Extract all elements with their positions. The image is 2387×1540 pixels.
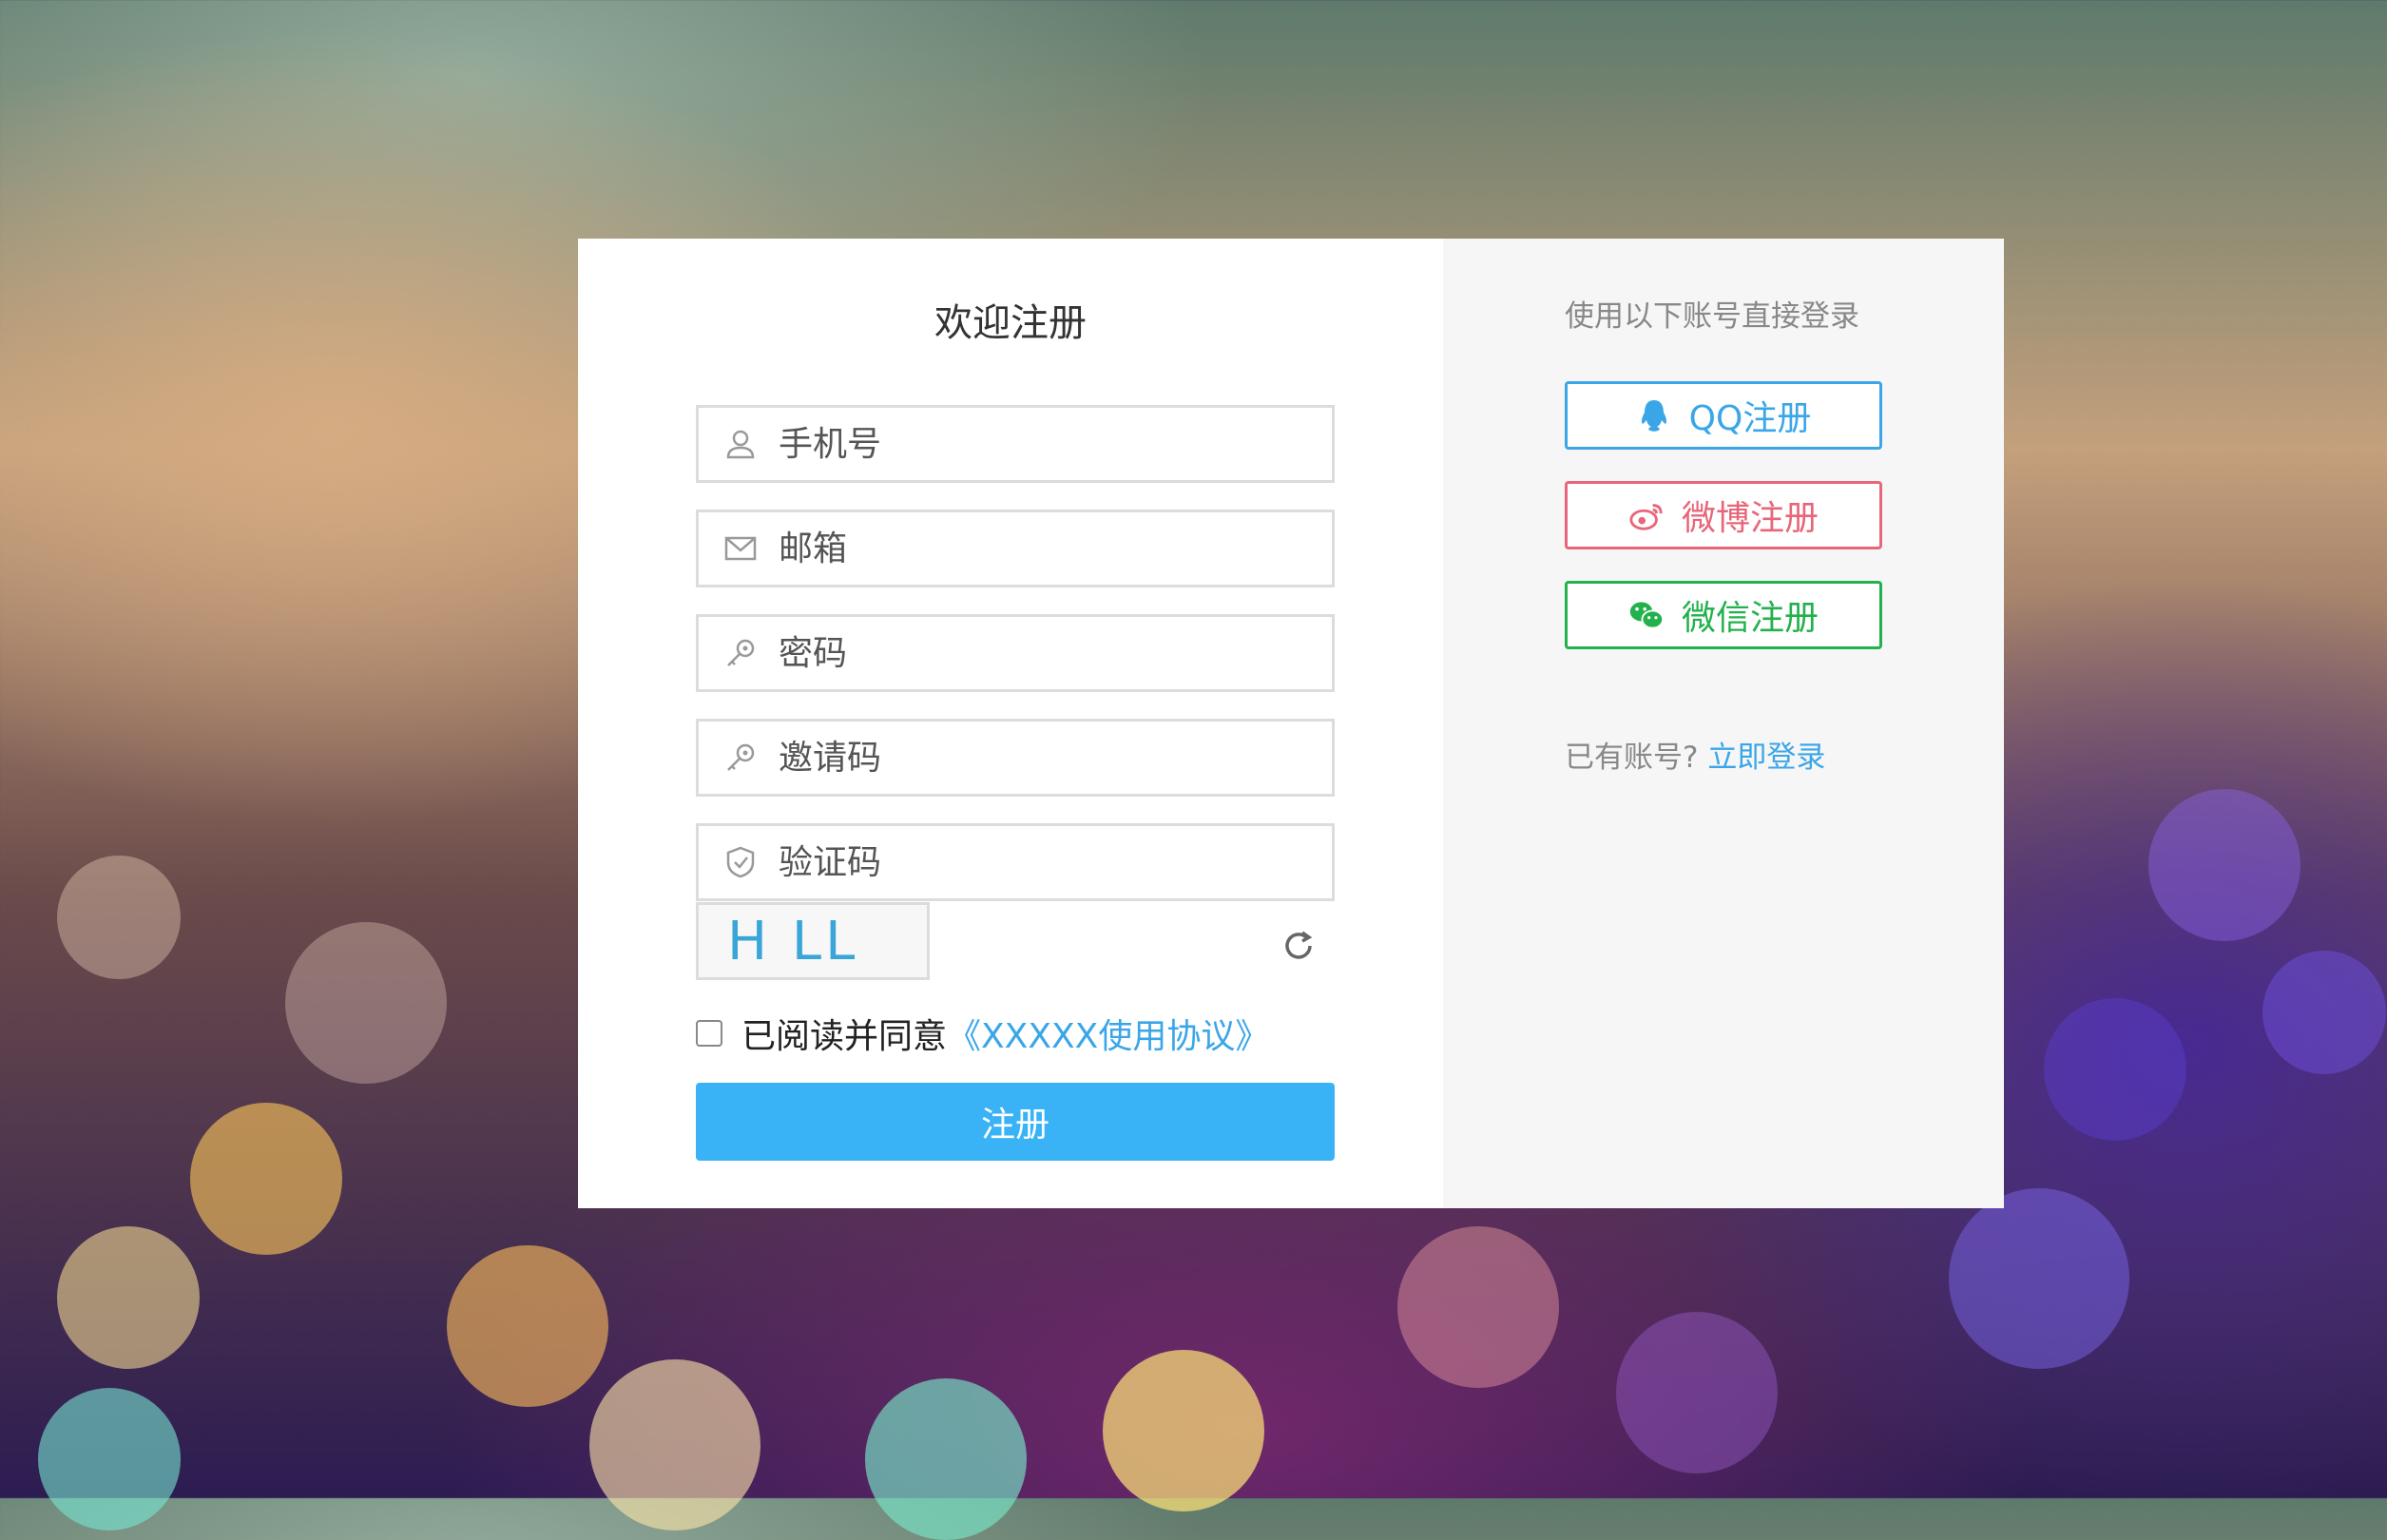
wechat-register-button[interactable]: 微信注册: [1565, 581, 1882, 649]
key-icon: [722, 739, 760, 777]
invite-code-input[interactable]: [777, 721, 1332, 795]
bokeh-circle: [285, 922, 447, 1084]
invite-code-field[interactable]: [696, 719, 1335, 797]
bokeh-circle: [1397, 1226, 1559, 1388]
shield-check-icon: [722, 843, 760, 881]
page-title: 欢迎注册: [934, 301, 1087, 345]
bokeh-circle: [1616, 1312, 1778, 1473]
qq-icon: [1636, 397, 1672, 433]
refresh-icon[interactable]: [1280, 927, 1318, 965]
password-input[interactable]: [777, 616, 1332, 690]
bokeh-circle: [57, 856, 181, 979]
login-prompt-row: 已有账号? 立即登录: [1565, 733, 1825, 776]
bokeh-circle: [865, 1378, 1027, 1540]
agreement-link[interactable]: 《XXXXX使用协议》: [947, 1009, 1269, 1058]
bokeh-circle: [1949, 1188, 2129, 1369]
bokeh-circle: [1103, 1350, 1264, 1511]
bokeh-circle: [38, 1388, 181, 1530]
phone-input[interactable]: [777, 407, 1332, 481]
weibo-icon: [1628, 497, 1665, 533]
bokeh-circle: [589, 1359, 760, 1530]
login-prompt-text: 已有账号?: [1565, 741, 1699, 775]
user-icon: [722, 425, 760, 463]
wechat-register-label: 微信注册: [1681, 599, 1819, 638]
bokeh-circle: [447, 1245, 608, 1407]
bokeh-circle: [57, 1226, 200, 1369]
password-field[interactable]: [696, 614, 1335, 692]
weibo-register-button[interactable]: 微博注册: [1565, 481, 1882, 549]
agreement-row: 已阅读并同意 《XXXXX使用协议》: [696, 1009, 1269, 1058]
email-input[interactable]: [777, 511, 1332, 586]
agreement-checkbox[interactable]: [696, 1020, 722, 1047]
agreement-text: 已阅读并同意: [741, 1017, 948, 1056]
register-form-panel: 欢迎注册 手机号 邮箱 密码 邀请码 验证码 H LL 已阅读并同意 《XXXX…: [578, 239, 1443, 1208]
qq-register-label: QQ注册: [1688, 399, 1812, 438]
envelope-icon: [722, 529, 760, 568]
register-button[interactable]: 注册: [696, 1083, 1335, 1161]
weibo-register-label: 微博注册: [1681, 499, 1819, 538]
phone-field[interactable]: [696, 405, 1335, 483]
bokeh-circle: [2148, 789, 2300, 941]
bokeh-circle: [2044, 998, 2186, 1141]
register-card: 欢迎注册 手机号 邮箱 密码 邀请码 验证码 H LL 已阅读并同意 《XXXX…: [578, 239, 2004, 1208]
wechat-icon: [1628, 597, 1665, 633]
captcha-image[interactable]: H LL: [696, 902, 930, 980]
captcha-input[interactable]: [777, 825, 1332, 899]
bokeh-circle: [2262, 951, 2386, 1074]
social-login-title: 使用以下账号直接登录: [1565, 299, 1859, 334]
email-field[interactable]: [696, 510, 1335, 587]
login-link[interactable]: 立即登录: [1707, 741, 1825, 775]
qq-register-button[interactable]: QQ注册: [1565, 381, 1882, 450]
social-login-panel: 使用以下账号直接登录 QQ注册 微博注册 微信注册 已有账号? 立即登录: [1443, 239, 2004, 1208]
bokeh-circle: [190, 1103, 342, 1255]
key-icon: [722, 634, 760, 672]
captcha-field[interactable]: [696, 823, 1335, 901]
